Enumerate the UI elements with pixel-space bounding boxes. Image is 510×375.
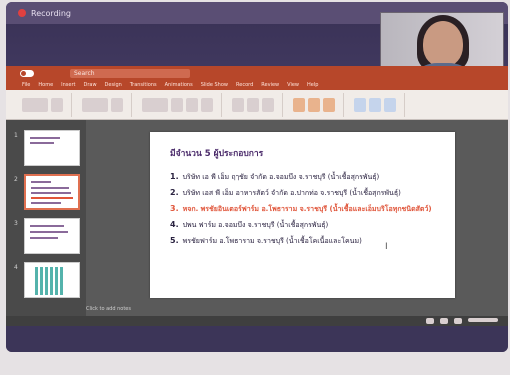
slide-thumbnail-row[interactable]: 1	[14, 130, 86, 166]
list-item[interactable]: 5. พรชัยฟาร์ม อ.โพธาราม จ.ราชบุรี (น้ำเชื…	[170, 236, 435, 246]
thumb-text-line	[31, 187, 69, 189]
slide-number: 2	[14, 176, 18, 183]
thumb-text-line	[31, 192, 71, 194]
list-item-text: บริษัท เอ พี เอ็ม ฤๅชัย จำกัด อ.จอมบึง จ…	[182, 173, 380, 181]
list-item[interactable]: 4. ปพน ฟาร์ม อ.จอมบึง จ.ราชบุรี (น้ำเชื้อ…	[170, 220, 435, 230]
search-input[interactable]: Search	[70, 68, 190, 78]
slide-thumbnail-row[interactable]: 3	[14, 218, 86, 254]
view-controls	[426, 318, 498, 324]
new-slide-button[interactable]	[82, 97, 108, 112]
bullets-icon[interactable]	[232, 97, 244, 112]
slides-group	[82, 92, 132, 117]
list-number: 2.	[170, 188, 179, 197]
quick-styles-icon[interactable]	[323, 97, 335, 112]
slide-title[interactable]: มีจำนวน 5 ผู้ประกอบการ	[170, 146, 455, 160]
taskbar	[6, 326, 508, 352]
designer-icon[interactable]	[384, 97, 396, 112]
list-item[interactable]: 2. บริษัท เอส พี เอ็ม อาหารสัตว์ จำกัด อ.…	[170, 188, 435, 198]
slide-number: 4	[14, 264, 18, 271]
slide-bullet-list[interactable]: 1. บริษัท เอ พี เอ็ม ฤๅชัย จำกัด อ.จอมบึง…	[170, 172, 455, 246]
tab-review[interactable]: Review	[261, 82, 279, 88]
slide-sorter-icon[interactable]	[440, 318, 448, 324]
list-item[interactable]: 1. บริษัท เอ พี เอ็ม ฤๅชัย จำกัด อ.จอมบึง…	[170, 172, 435, 182]
tab-file[interactable]: File	[22, 82, 30, 88]
align-icon[interactable]	[262, 97, 274, 112]
thumb-text-line	[30, 225, 64, 227]
shapes-icon[interactable]	[293, 97, 305, 112]
slide-thumbnails-panel: 1 2 3 4	[6, 120, 86, 316]
list-item-text: ปพน ฟาร์ม อ.จอมบึง จ.ราชบุรี (น้ำเชื้อสุ…	[182, 221, 329, 229]
tab-transitions[interactable]: Transitions	[130, 82, 157, 88]
italic-icon[interactable]	[186, 97, 198, 112]
thumb-text-line	[31, 181, 51, 183]
slide-thumbnail[interactable]	[24, 262, 80, 298]
thumb-text-line	[31, 197, 73, 199]
tab-draw[interactable]: Draw	[83, 82, 96, 88]
font-select[interactable]	[142, 97, 168, 112]
slide-thumbnail-row[interactable]: 2	[14, 174, 86, 210]
arrange-icon[interactable]	[308, 97, 320, 112]
paragraph-group	[232, 92, 283, 117]
dictate-icon[interactable]	[369, 97, 381, 112]
tab-view[interactable]: View	[287, 82, 299, 88]
slide-thumbnail-active[interactable]	[24, 174, 80, 210]
tab-design[interactable]: Design	[105, 82, 122, 88]
slide-thumbnail[interactable]	[24, 218, 80, 254]
slide-thumbnail-row[interactable]: 4	[14, 262, 86, 298]
thumb-text-line	[30, 142, 54, 144]
powerpoint-titlebar: Search	[6, 66, 508, 80]
list-number: 5.	[170, 236, 179, 245]
monitor-screen: Recording Search File Home Insert Draw D…	[6, 2, 508, 352]
list-item-highlighted[interactable]: 3. หจก. พรชัยอินเตอร์ฟาร์ม อ.โพธาราม จ.รา…	[170, 204, 435, 214]
editor-workspace: 1 2 3 4 มีจำนวน 5 ผู้ประกอบการ 1. บริษัท…	[6, 120, 508, 316]
drawing-group	[293, 92, 344, 117]
list-item-text: พรชัยฟาร์ม อ.โพธาราม จ.ราชบุรี (น้ำเชื้อ…	[182, 237, 362, 245]
notes-field[interactable]: Click to add notes	[86, 306, 286, 316]
list-number: 3.	[170, 204, 179, 213]
slide-number: 1	[14, 132, 18, 139]
paste-button[interactable]	[22, 97, 48, 112]
bold-icon[interactable]	[171, 97, 183, 112]
tab-home[interactable]: Home	[38, 82, 53, 88]
qr-code-image	[35, 267, 65, 295]
numbering-icon[interactable]	[247, 97, 259, 112]
reading-view-icon[interactable]	[454, 318, 462, 324]
recording-label: Recording	[31, 8, 72, 18]
slide-thumbnail[interactable]	[24, 130, 80, 166]
ribbon-tabs: File Home Insert Draw Design Transitions…	[6, 80, 508, 90]
underline-icon[interactable]	[201, 97, 213, 112]
tab-record[interactable]: Record	[236, 82, 253, 88]
editing-group	[354, 92, 405, 117]
thumb-text-line	[31, 202, 61, 204]
tab-help[interactable]: Help	[307, 82, 318, 88]
status-bar	[6, 316, 508, 326]
zoom-slider[interactable]	[468, 318, 498, 322]
participant-face	[423, 21, 463, 67]
find-icon[interactable]	[354, 97, 366, 112]
thumb-text-line	[30, 137, 60, 139]
list-number: 4.	[170, 220, 179, 229]
record-dot-icon	[18, 9, 26, 17]
autosave-toggle[interactable]	[20, 69, 34, 77]
thumb-text-line	[30, 237, 58, 239]
cut-icon[interactable]	[51, 97, 63, 112]
list-number: 1.	[170, 172, 179, 181]
slide-number: 3	[14, 220, 18, 227]
layout-icon[interactable]	[111, 97, 123, 112]
list-item-text: หจก. พรชัยอินเตอร์ฟาร์ม อ.โพธาราม จ.ราชบ…	[182, 205, 432, 213]
slide-canvas[interactable]: มีจำนวน 5 ผู้ประกอบการ 1. บริษัท เอ พี เอ…	[150, 132, 455, 298]
text-cursor-icon: I	[385, 242, 388, 252]
tab-slide-show[interactable]: Slide Show	[201, 82, 228, 88]
ribbon-toolbar	[6, 90, 508, 120]
thumb-text-line	[30, 231, 68, 233]
list-item-text: บริษัท เอส พี เอ็ม อาหารสัตว์ จำกัด อ.ปา…	[182, 189, 401, 197]
tab-animations[interactable]: Animations	[165, 82, 193, 88]
font-group	[142, 92, 222, 117]
tab-insert[interactable]: Insert	[61, 82, 75, 88]
clipboard-group	[22, 92, 72, 117]
normal-view-icon[interactable]	[426, 318, 434, 324]
